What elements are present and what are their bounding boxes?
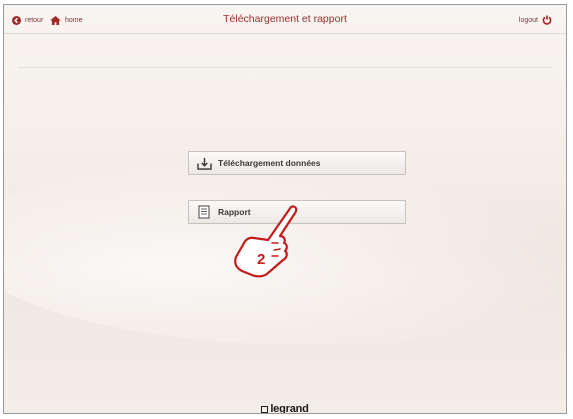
legrand-logo: legrand: [4, 403, 566, 414]
app-window: retour home Téléchargement et rapport lo…: [3, 4, 567, 414]
top-bar: retour home Téléchargement et rapport lo…: [4, 5, 566, 34]
page-title: Téléchargement et rapport: [223, 13, 347, 25]
logout-button[interactable]: logout: [519, 13, 556, 27]
logo-text: legrand: [270, 403, 309, 414]
download-data-button[interactable]: Téléchargement données: [188, 151, 406, 175]
logout-label: logout: [518, 16, 538, 24]
download-tray-icon: [194, 157, 214, 170]
document-icon: [194, 205, 214, 219]
download-data-label: Téléchargement données: [218, 158, 321, 168]
step-number: 2: [257, 251, 265, 268]
logo-square-icon: [261, 405, 269, 413]
power-icon: [542, 15, 552, 25]
header-divider: [18, 67, 552, 68]
pointing-hand-icon: 2: [234, 205, 298, 278]
